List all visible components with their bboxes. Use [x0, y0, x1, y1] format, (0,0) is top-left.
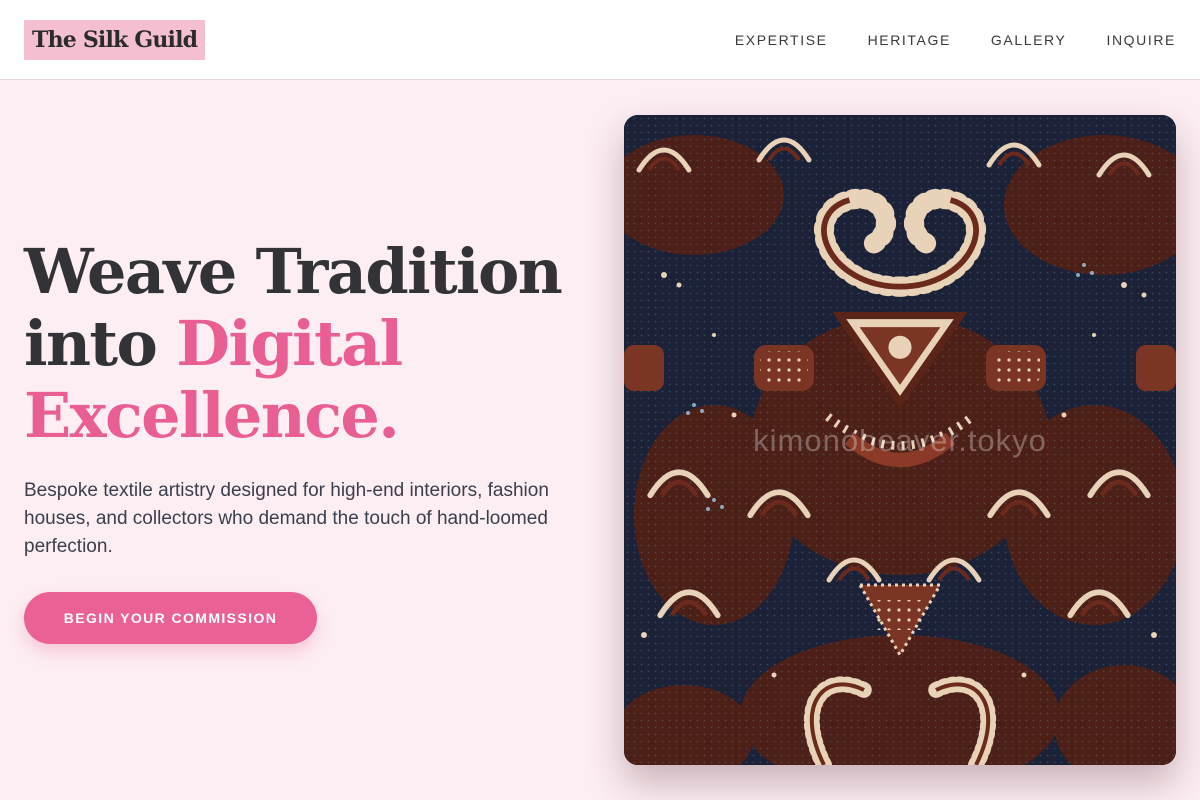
headline-accent-word: Digital [176, 307, 403, 380]
hero-headline: Weave Tradition into Digital Excellence. [24, 236, 604, 452]
image-watermark: kimonobeaver.tokyo [753, 423, 1047, 458]
main-nav: EXPERTISE HERITAGE GALLERY INQUIRE [735, 0, 1176, 80]
headline-line-2: into [24, 307, 177, 380]
nav-link-heritage[interactable]: HERITAGE [868, 32, 951, 48]
nav-link-inquire[interactable]: INQUIRE [1106, 32, 1176, 48]
nav-link-expertise[interactable]: EXPERTISE [735, 32, 828, 48]
nav-link-gallery[interactable]: GALLERY [991, 32, 1067, 48]
hero-batik-image: kimonobeaver.tokyo [624, 115, 1176, 765]
headline-line-1: Weave Tradition [24, 235, 563, 308]
hero-subtext: Bespoke textile artistry designed for hi… [24, 480, 549, 557]
headline-line-3: Excellence. [24, 379, 400, 452]
begin-commission-button[interactable]: BEGIN YOUR COMMISSION [24, 592, 317, 644]
brand-logo[interactable]: The Silk Guild [24, 20, 206, 60]
site-header: The Silk Guild EXPERTISE HERITAGE GALLER… [0, 0, 1200, 80]
